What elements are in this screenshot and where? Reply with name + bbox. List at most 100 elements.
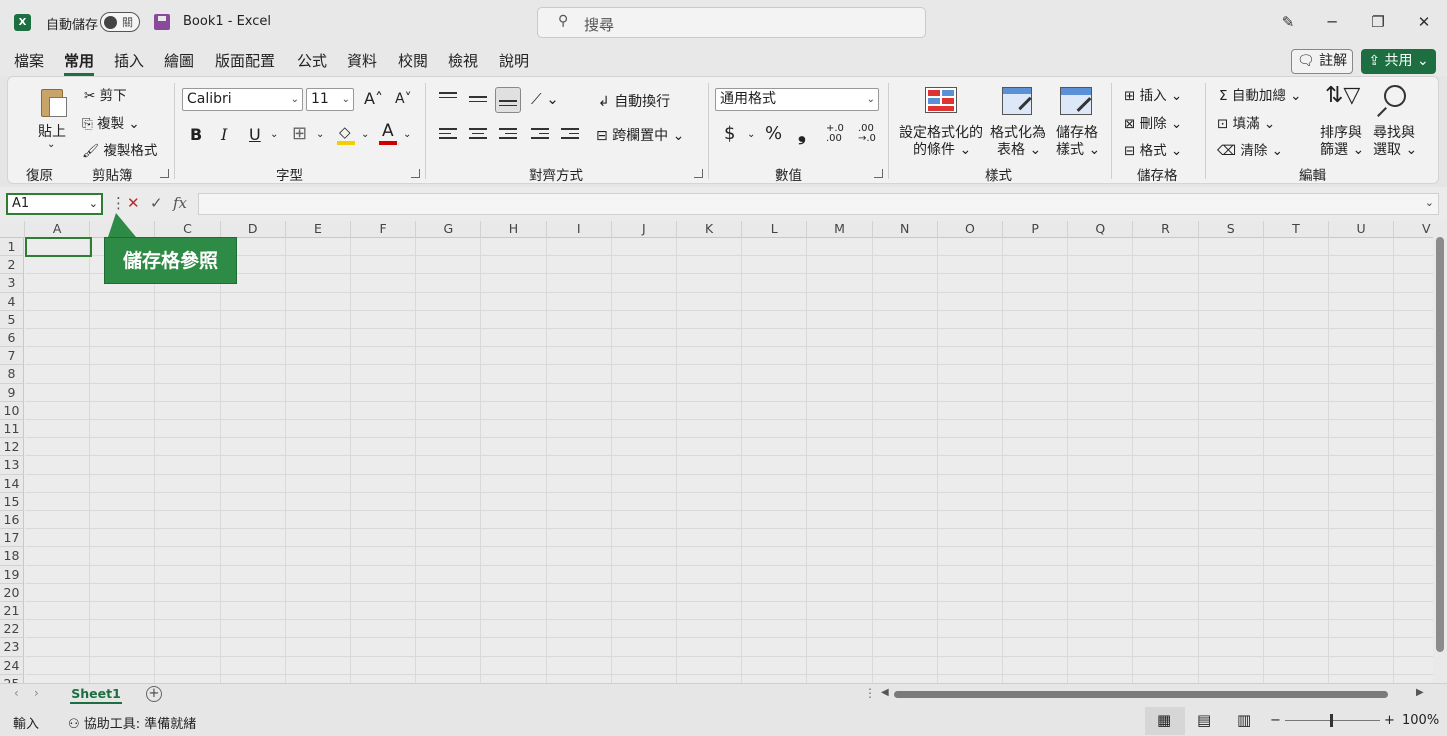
font-color-dropdown-icon[interactable]: ⌄ xyxy=(403,129,411,140)
tab-insert[interactable]: 插入 xyxy=(114,50,144,71)
minimize-button[interactable]: ─ xyxy=(1317,10,1347,34)
normal-view-button[interactable]: ▦ xyxy=(1145,707,1185,735)
decrease-decimal-icon[interactable]: .00 →.0 xyxy=(858,124,876,144)
tab-view[interactable]: 檢視 xyxy=(448,50,478,71)
merge-center-button[interactable]: ⊟ 跨欄置中 ⌄ xyxy=(596,125,684,145)
font-name-select[interactable]: Calibri ⌄ xyxy=(182,88,303,111)
font-color-icon[interactable]: A xyxy=(379,121,399,145)
formula-input[interactable]: ⌄ xyxy=(198,193,1439,215)
search-box[interactable]: ⚲ 搜尋 xyxy=(537,7,926,38)
column-header-r[interactable]: R xyxy=(1133,221,1199,238)
align-center-icon[interactable] xyxy=(469,128,487,142)
align-top-icon[interactable] xyxy=(439,92,457,101)
fill-dropdown-icon[interactable]: ⌄ xyxy=(361,129,369,140)
expand-formula-icon[interactable]: ⌄ xyxy=(1425,196,1434,209)
row-header-2[interactable]: 2 xyxy=(0,256,24,275)
scroll-right-icon[interactable]: ▶ xyxy=(1416,687,1424,698)
column-header-f[interactable]: F xyxy=(351,221,417,238)
tab-splitter-icon[interactable]: ⋮ xyxy=(864,686,876,700)
paste-dropdown-icon[interactable]: ⌄ xyxy=(47,139,55,150)
column-header-p[interactable]: P xyxy=(1003,221,1069,238)
autosave-toggle[interactable]: 關 xyxy=(100,12,140,32)
insert-cells-button[interactable]: ⊞ 插入 ⌄ xyxy=(1124,84,1182,104)
row-header-3[interactable]: 3 xyxy=(0,274,24,293)
column-header-v[interactable]: V xyxy=(1394,221,1433,238)
clipboard-launcher-icon[interactable] xyxy=(160,169,169,178)
column-header-q[interactable]: Q xyxy=(1068,221,1134,238)
decrease-indent-icon[interactable] xyxy=(531,128,549,142)
sheet-next-icon[interactable]: › xyxy=(34,686,39,700)
column-header-m[interactable]: M xyxy=(807,221,873,238)
cut-button[interactable]: ✂ 剪下 xyxy=(84,84,127,104)
cancel-icon[interactable]: ✕ xyxy=(127,194,140,212)
row-header-15[interactable]: 15 xyxy=(0,492,24,511)
scroll-left-icon[interactable]: ◀ xyxy=(881,687,889,698)
borders-dropdown-icon[interactable]: ⌄ xyxy=(316,129,324,140)
format-painter-button[interactable]: 🖌 複製格式 xyxy=(82,139,157,159)
align-bottom-button[interactable] xyxy=(495,87,521,113)
row-header-7[interactable]: 7 xyxy=(0,347,24,366)
paste-button[interactable]: 貼上 xyxy=(38,121,66,141)
tab-file[interactable]: 檔案 xyxy=(14,50,44,71)
tab-draw[interactable]: 繪圖 xyxy=(164,50,194,71)
column-header-h[interactable]: H xyxy=(481,221,547,238)
format-as-table-icon[interactable] xyxy=(1002,87,1032,115)
fill-color-icon[interactable]: ◇ xyxy=(337,123,357,145)
worksheet-grid[interactable]: A B C D E F G H I J K L M N O P Q R S T U V 1 2 3 4 5 6 7 8 9 10 11 12 13 1… xyxy=(0,221,1433,683)
row-header-18[interactable]: 18 xyxy=(0,547,24,566)
align-right-icon[interactable] xyxy=(499,128,517,142)
accessibility-status[interactable]: ⚇ 協助工具: 準備就緒 xyxy=(68,713,196,732)
tab-data[interactable]: 資料 xyxy=(347,50,377,71)
zoom-out-button[interactable]: − xyxy=(1270,713,1281,728)
increase-indent-icon[interactable] xyxy=(561,128,579,142)
sheet-prev-icon[interactable]: ‹ xyxy=(14,686,19,700)
format-cells-button[interactable]: ⊟ 格式 ⌄ xyxy=(1124,139,1182,159)
number-launcher-icon[interactable] xyxy=(874,169,883,178)
row-header-22[interactable]: 22 xyxy=(0,620,24,639)
zoom-slider-knob[interactable] xyxy=(1330,714,1333,727)
tab-review[interactable]: 校閱 xyxy=(398,50,428,71)
increase-decimal-icon[interactable]: +.0.00 xyxy=(826,124,844,144)
paste-icon[interactable] xyxy=(37,85,69,119)
comments-button[interactable]: 🗨 註解 xyxy=(1291,49,1353,74)
column-header-u[interactable]: U xyxy=(1329,221,1395,238)
row-header-21[interactable]: 21 xyxy=(0,602,24,621)
row-header-8[interactable]: 8 xyxy=(0,365,24,384)
column-header-d[interactable]: D xyxy=(220,221,286,238)
align-middle-icon[interactable] xyxy=(469,96,487,105)
format-as-table-button[interactable]: 表格 ⌄ xyxy=(997,139,1041,159)
wrap-text-button[interactable]: ↲ 自動換行 xyxy=(598,91,670,111)
more-options-icon[interactable]: ⋮ xyxy=(111,194,126,212)
percent-button[interactable]: % xyxy=(765,123,782,144)
column-header-s[interactable]: S xyxy=(1198,221,1264,238)
column-header-n[interactable]: N xyxy=(872,221,938,238)
number-format-select[interactable]: 通用格式 ⌄ xyxy=(715,88,879,111)
column-header-j[interactable]: J xyxy=(611,221,677,238)
conditional-formatting-icon[interactable] xyxy=(925,87,957,113)
enter-icon[interactable]: ✓ xyxy=(150,194,163,212)
comma-button[interactable]: ❟ xyxy=(798,121,806,145)
currency-dropdown-icon[interactable]: ⌄ xyxy=(747,129,755,140)
cell-styles-icon[interactable] xyxy=(1060,87,1092,115)
row-header-20[interactable]: 20 xyxy=(0,583,24,602)
close-button[interactable]: ✕ xyxy=(1409,10,1439,34)
delete-cells-button[interactable]: ⊠ 刪除 ⌄ xyxy=(1124,112,1182,132)
font-launcher-icon[interactable] xyxy=(411,169,420,178)
clear-button[interactable]: ⌫ 清除 ⌄ xyxy=(1217,139,1283,159)
column-header-k[interactable]: K xyxy=(677,221,743,238)
increase-font-icon[interactable]: A˄ xyxy=(364,89,383,108)
tab-formulas[interactable]: 公式 xyxy=(297,50,327,71)
column-header-i[interactable]: I xyxy=(546,221,612,238)
underline-dropdown-icon[interactable]: ⌄ xyxy=(270,129,278,140)
vertical-scroll-thumb[interactable] xyxy=(1436,237,1444,652)
insert-function-icon[interactable]: fx xyxy=(173,194,187,212)
row-header-12[interactable]: 12 xyxy=(0,438,24,457)
column-header-t[interactable]: T xyxy=(1263,221,1329,238)
page-break-view-icon[interactable]: ▥ xyxy=(1237,711,1251,729)
column-header-g[interactable]: G xyxy=(416,221,482,238)
sheet-tab-sheet1[interactable]: Sheet1 xyxy=(70,684,122,704)
add-sheet-button[interactable]: + xyxy=(146,686,162,702)
select-all-corner[interactable] xyxy=(0,221,25,238)
orientation-icon[interactable]: ⟋ ⌄ xyxy=(531,90,559,108)
find-select-button[interactable]: 選取 ⌄ xyxy=(1373,139,1417,159)
